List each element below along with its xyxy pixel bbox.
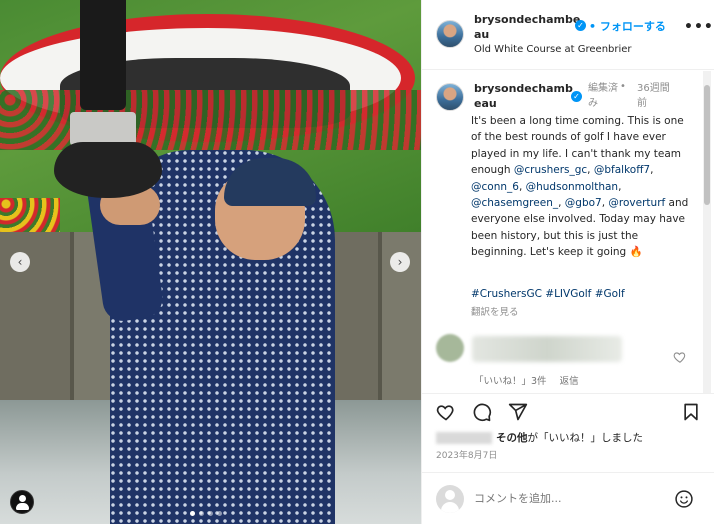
reply-button[interactable]: 返信 [560, 376, 579, 387]
scrollbar[interactable] [703, 71, 711, 393]
mention-link[interactable]: @hudsonmolthan [526, 181, 618, 193]
carousel-dot [208, 511, 213, 516]
comment-text-blurred [472, 336, 622, 362]
avatar[interactable] [436, 20, 464, 48]
photo-trophy [80, 0, 126, 110]
hashtag-links[interactable]: #CrushersGC #LIVGolf #Golf [471, 288, 625, 300]
post-header: brysondechambe au ✓ • フォローする ••• Old Whi… [422, 0, 714, 70]
edited-label: 編集済 み [588, 83, 618, 109]
post-side-panel: brysondechambe au ✓ • フォローする ••• Old Whi… [421, 0, 714, 524]
bookmark-icon[interactable] [681, 402, 701, 422]
caption-username[interactable]: brysondechamb eau [474, 81, 573, 111]
photo-flowers [0, 90, 421, 150]
carousel-dot [199, 511, 204, 516]
liked-by-line: その他が「いいね！」しました [436, 430, 643, 445]
comments-scroll-area[interactable]: brysondechamb eau ✓ 編集済 み • 36週間 前 It's … [422, 71, 714, 393]
post-date[interactable]: 2023年8月7日 [436, 448, 497, 461]
commenter-avatar[interactable] [436, 334, 464, 362]
comment-box [422, 472, 714, 524]
follow-label[interactable]: フォローする [600, 20, 666, 33]
comment-icon[interactable] [472, 402, 492, 422]
heart-icon[interactable] [436, 402, 456, 422]
more-icon[interactable]: ••• [684, 20, 714, 34]
verified-icon: ✓ [571, 91, 582, 102]
avatar [436, 485, 464, 513]
see-translation-link[interactable]: 翻訳を見る [471, 304, 519, 318]
comment-meta: 「いいね！」3件 返信 [474, 373, 589, 387]
carousel-dot [190, 511, 195, 516]
liker-name-blurred[interactable] [436, 432, 492, 444]
carousel-dots [190, 511, 222, 516]
action-bar [422, 393, 714, 427]
mention-link[interactable]: @conn_6 [471, 181, 519, 193]
mention-link[interactable]: @bfalkoff7 [594, 164, 650, 176]
mention-link[interactable]: @chasemgreen_ [471, 197, 558, 209]
author-username[interactable]: brysondechambe au [474, 12, 580, 42]
verified-icon: ✓ [575, 20, 586, 31]
carousel-dot [217, 511, 222, 516]
share-icon[interactable] [508, 402, 528, 422]
separator-dot: • [620, 81, 626, 92]
post-photo[interactable]: ‹ › [0, 0, 421, 524]
caption-text: It's been a long time coming. This is on… [471, 115, 689, 259]
mention-link[interactable]: @gbo7 [565, 197, 602, 209]
comment-input[interactable] [474, 492, 654, 505]
follow-separator: • [589, 20, 597, 33]
avatar[interactable] [436, 83, 464, 111]
post-age[interactable]: 36週間 前 [637, 81, 677, 111]
follow-button[interactable]: • フォローする [589, 18, 666, 34]
others-link[interactable]: その他 [496, 432, 528, 444]
heart-icon[interactable] [673, 350, 687, 364]
comment-likes[interactable]: 「いいね！」3件 [474, 376, 547, 387]
chevron-left-icon[interactable]: ‹ [10, 252, 30, 272]
location-link[interactable]: Old White Course at Greenbrier [474, 44, 632, 55]
user-tag-icon[interactable] [10, 490, 34, 514]
emoji-icon[interactable] [674, 489, 694, 509]
mention-link[interactable]: @crushers_gc [514, 164, 587, 176]
mention-link[interactable]: @roverturf [608, 197, 665, 209]
chevron-right-icon[interactable]: › [390, 252, 410, 272]
